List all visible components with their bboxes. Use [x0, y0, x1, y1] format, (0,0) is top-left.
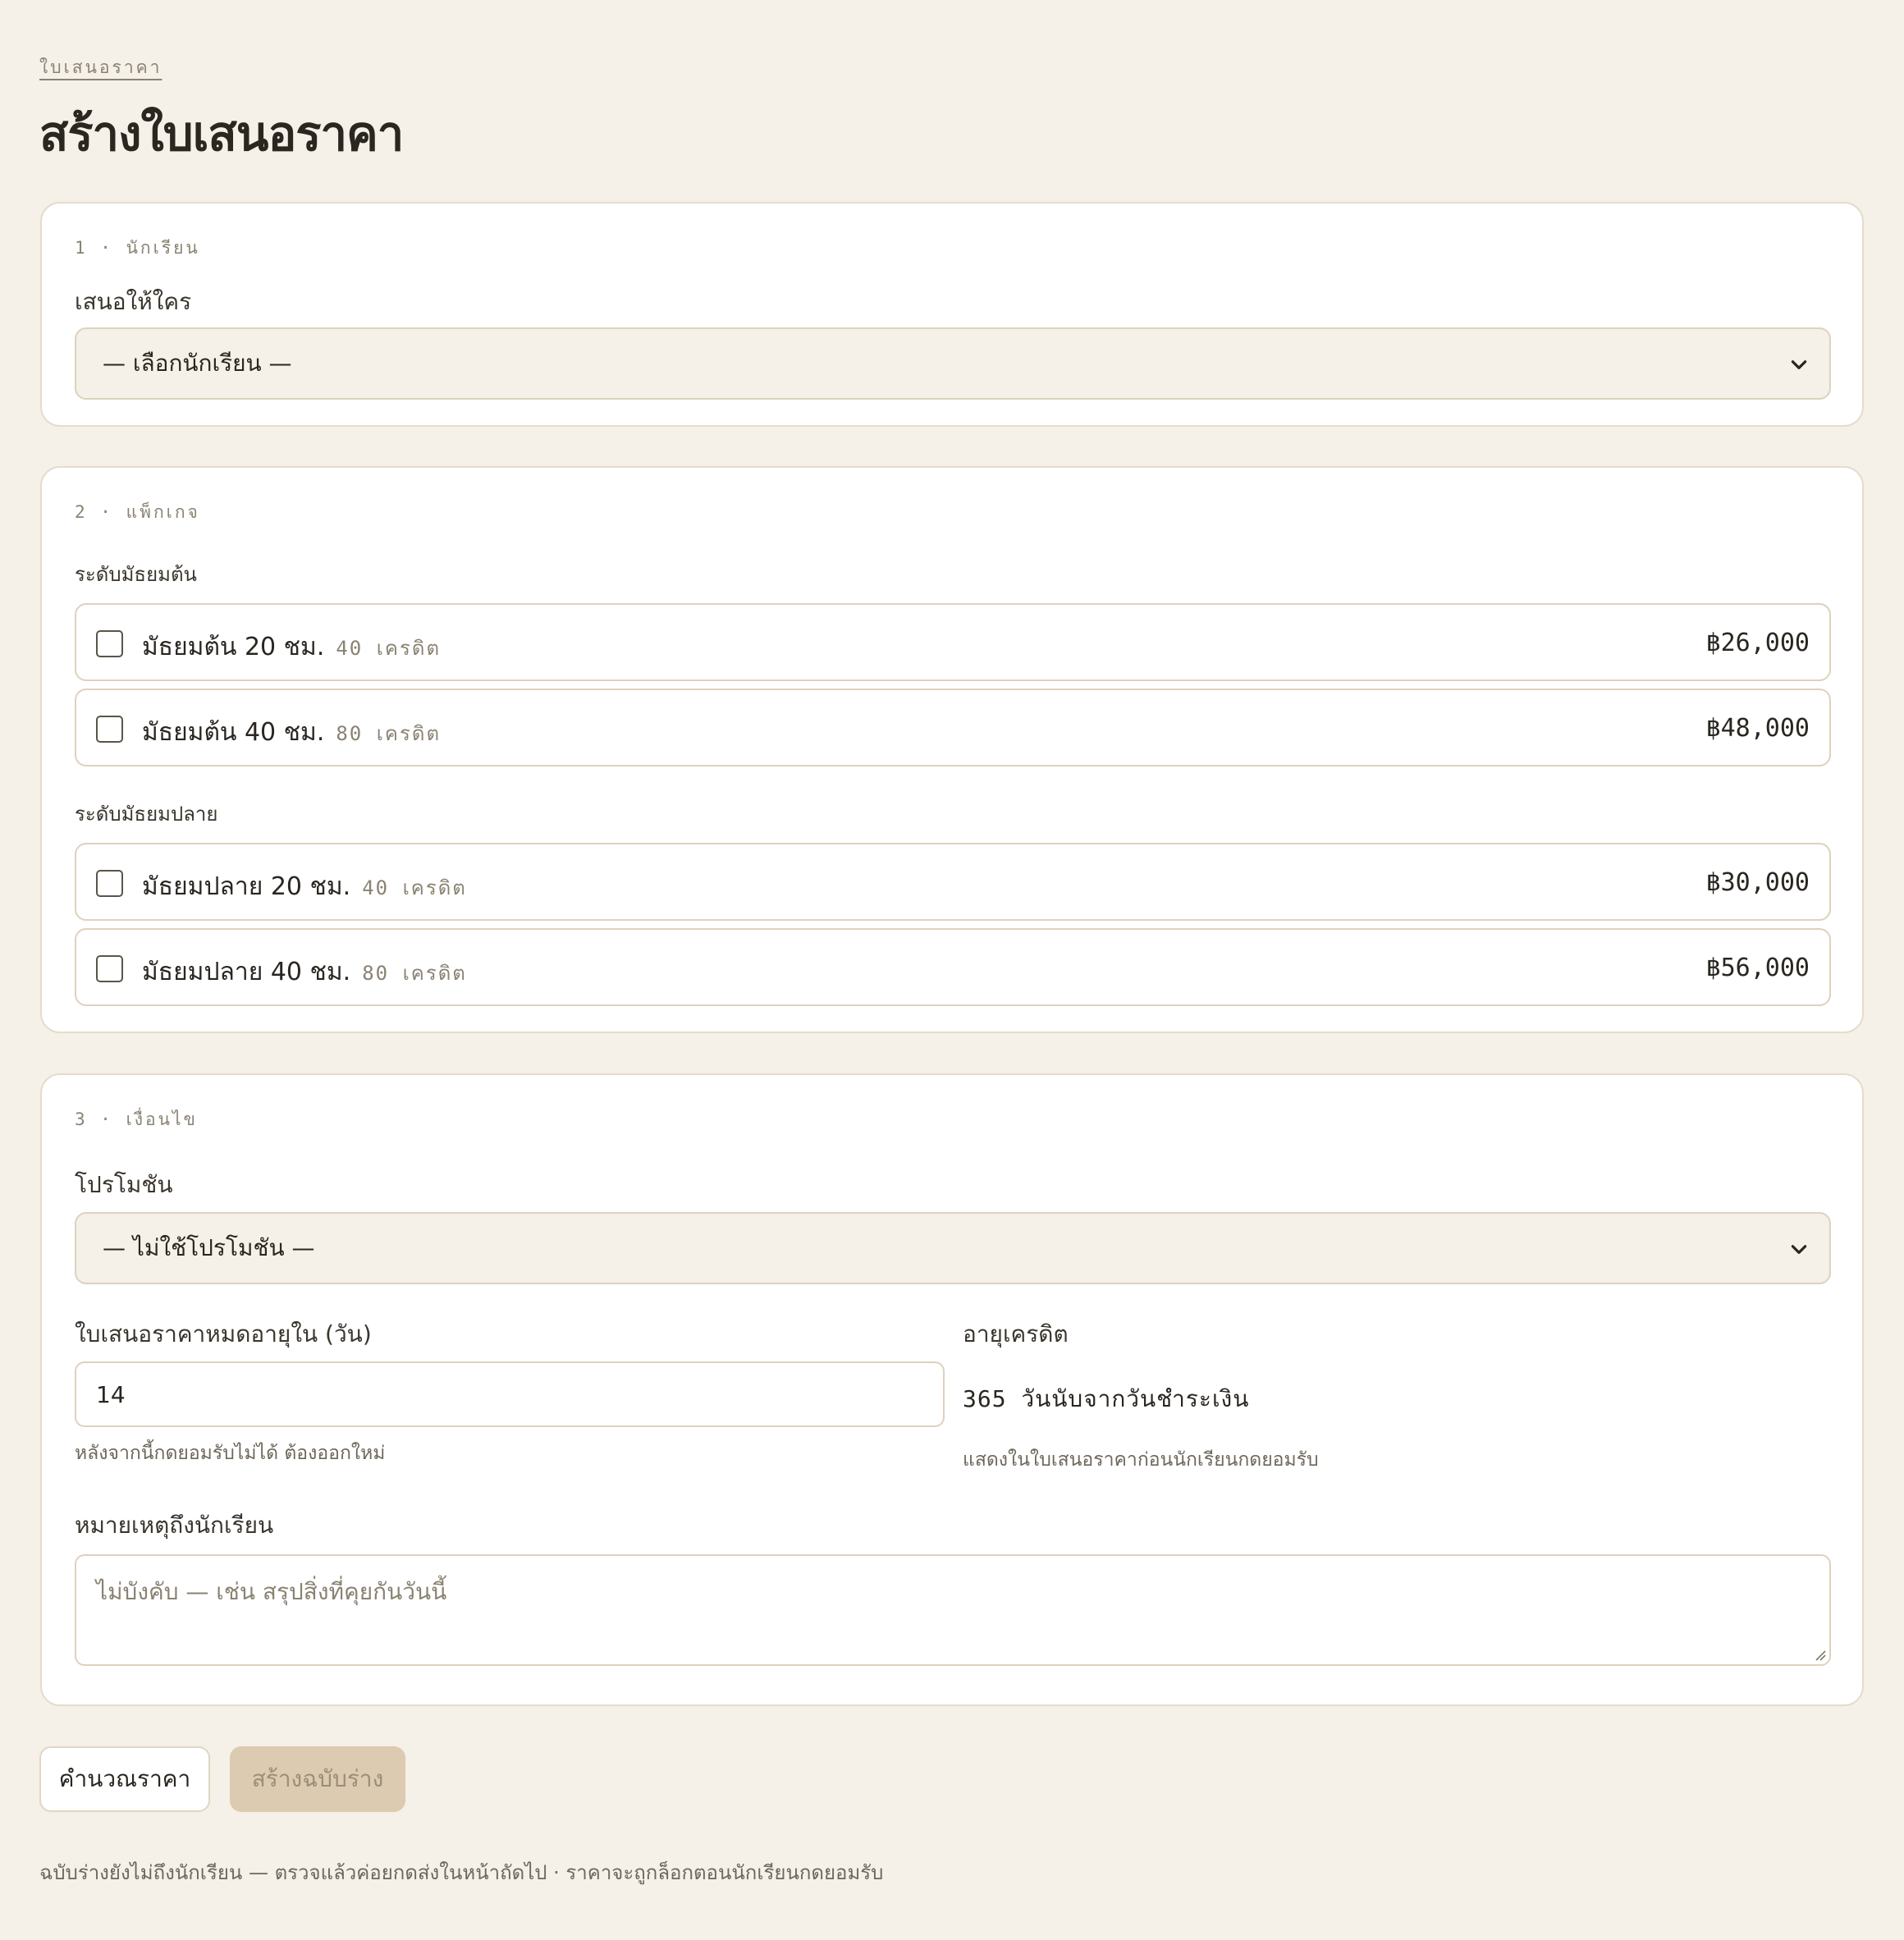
package-option-upper-40h[interactable]: มัธยมปลาย 40 ชม. 80 เครดิต ฿56,000	[75, 928, 1831, 1006]
package-card: 2 · แพ็กเกจ ระดับมัธยมต้น มัธยมต้น 20 ชม…	[40, 466, 1864, 1033]
group-label-upper-secondary: ระดับมัธยมปลาย	[75, 803, 218, 826]
conditions-card: 3 · เงื่อนไข โปรโมชัน — ไม่ใช้โปรโมชัน —…	[40, 1073, 1864, 1706]
student-select-value: — เลือกนักเรียน —	[103, 350, 292, 377]
credit-age-hint: แสดงในใบเสนอราคาก่อนนักเรียนกดยอมรับ	[963, 1449, 1319, 1471]
promo-label: โปรโมชัน	[75, 1171, 173, 1198]
package-credits: 80 เครดิต	[336, 722, 442, 745]
package-price: ฿56,000	[1705, 954, 1810, 982]
note-textarea[interactable]: ไม่บังคับ — เช่น สรุปสิ่งที่คุยกันวันนี้	[75, 1554, 1831, 1666]
chevron-down-icon	[1791, 1245, 1807, 1254]
expiry-days-input[interactable]: 14	[75, 1361, 945, 1427]
page: ใบเสนอราคา สร้างใบเสนอราคา 1 · นักเรียน …	[0, 0, 1904, 1940]
note-placeholder: ไม่บังคับ — เช่น สรุปสิ่งที่คุยกันวันนี้	[96, 1578, 447, 1605]
package-credits: 40 เครดิต	[336, 637, 442, 660]
step-label-conditions: 3 · เงื่อนไข	[75, 1110, 198, 1129]
calculate-price-button[interactable]: คำนวณราคา	[39, 1746, 210, 1812]
package-option-lower-20h[interactable]: มัธยมต้น 20 ชม. 40 เครดิต ฿26,000	[75, 603, 1831, 681]
package-name: มัธยมปลาย 20 ชม. 40 เครดิต	[142, 872, 467, 901]
note-label: หมายเหตุถึงนักเรียน	[75, 1512, 274, 1539]
package-checkbox[interactable]	[96, 870, 123, 897]
expiry-days-value: 14	[96, 1380, 126, 1408]
package-checkbox[interactable]	[96, 955, 123, 982]
expiry-hint: หลังจากนี้กดยอมรับไม่ได้ ต้องออกใหม่	[75, 1443, 386, 1464]
promo-select-value: — ไม่ใช้โปรโมชัน —	[103, 1234, 315, 1261]
package-name: มัธยมปลาย 40 ชม. 80 เครดิต	[142, 958, 467, 986]
package-option-upper-20h[interactable]: มัธยมปลาย 20 ชม. 40 เครดิต ฿30,000	[75, 843, 1831, 921]
package-checkbox[interactable]	[96, 630, 123, 657]
package-credits: 80 เครดิต	[362, 962, 467, 985]
recipient-label: เสนอให้ใคร	[75, 288, 192, 315]
resize-grip-icon[interactable]	[1815, 1649, 1826, 1661]
credit-age-label: อายุเครดิต	[963, 1320, 1069, 1347]
promo-select[interactable]: — ไม่ใช้โปรโมชัน —	[75, 1212, 1831, 1284]
credit-age-value: 365 วันนับจากวันชำระเงิน	[963, 1385, 1250, 1412]
package-checkbox[interactable]	[96, 716, 123, 743]
package-price: ฿48,000	[1705, 714, 1810, 743]
package-price: ฿30,000	[1705, 868, 1810, 897]
step-label-student: 1 · นักเรียน	[75, 238, 200, 258]
package-name: มัธยมต้น 20 ชม. 40 เครดิต	[142, 633, 442, 661]
package-price: ฿26,000	[1705, 629, 1810, 657]
package-credits: 40 เครดิต	[362, 876, 467, 899]
expiry-label: ใบเสนอราคาหมดอายุใน (วัน)	[75, 1320, 372, 1347]
step-label-package: 2 · แพ็กเกจ	[75, 502, 200, 522]
student-card: 1 · นักเรียน เสนอให้ใคร — เลือกนักเรียน …	[40, 202, 1864, 427]
breadcrumb-link[interactable]: ใบเสนอราคา	[39, 54, 162, 81]
student-select[interactable]: — เลือกนักเรียน —	[75, 327, 1831, 400]
page-title: สร้างใบเสนอราคา	[39, 106, 404, 162]
footnote: ฉบับร่างยังไม่ถึงนักเรียน — ตรวจแล้วค่อย…	[39, 1861, 884, 1884]
group-label-lower-secondary: ระดับมัธยมต้น	[75, 563, 197, 586]
package-option-lower-40h[interactable]: มัธยมต้น 40 ชม. 80 เครดิต ฿48,000	[75, 689, 1831, 766]
create-draft-button[interactable]: สร้างฉบับร่าง	[230, 1746, 405, 1812]
chevron-down-icon	[1791, 360, 1807, 369]
package-name: มัธยมต้น 40 ชม. 80 เครดิต	[142, 718, 442, 747]
